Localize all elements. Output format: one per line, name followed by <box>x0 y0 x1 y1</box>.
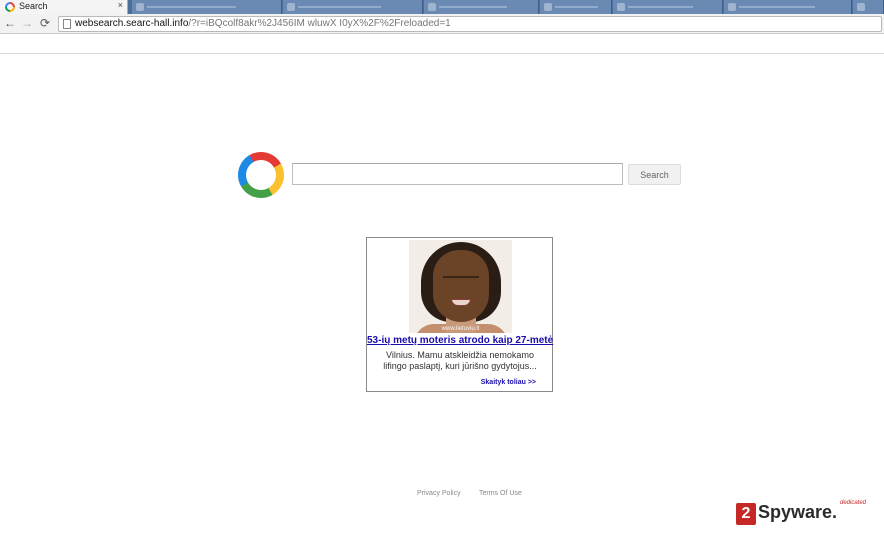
tab-background[interactable] <box>724 0 852 14</box>
tab-background[interactable] <box>540 0 612 14</box>
privacy-policy-link[interactable]: Privacy Policy <box>417 490 461 497</box>
back-arrow-icon[interactable]: ← <box>3 16 17 31</box>
tab-favicon-icon <box>428 3 436 11</box>
search-button[interactable]: Search <box>628 164 681 185</box>
tab-favicon-icon <box>617 3 625 11</box>
ad-body-text: Vilnius. Mamu atskleidžia nemokamo lifin… <box>383 350 537 371</box>
brand-watermark: 2 Spyware. dedicated <box>736 500 876 528</box>
tab-background[interactable] <box>613 0 723 14</box>
bookmarks-bar <box>0 35 884 54</box>
tab-background[interactable] <box>132 0 282 14</box>
tab-search[interactable]: Search × <box>0 0 128 14</box>
tab-favicon-icon <box>857 3 865 11</box>
url-host: websearch.searc-hall.info <box>75 18 189 29</box>
tab-title-placeholder <box>628 6 694 8</box>
advertisement-box[interactable]: www.lietuviu.lt 53-ių metų moteris atrod… <box>366 237 553 392</box>
tab-title-placeholder <box>555 6 598 8</box>
tab-title-placeholder <box>147 6 237 8</box>
url-path: /?r=iBQcolf8akr%2J456IM wluwX I0yX%2F%2F… <box>188 18 451 29</box>
page-favicon-icon <box>5 2 15 12</box>
tab-favicon-icon <box>287 3 295 11</box>
address-bar[interactable]: websearch.searc-hall.info/?r=iBQcolf8akr… <box>58 16 882 32</box>
forward-arrow-icon[interactable]: → <box>20 16 34 31</box>
browser-tabstrip: Search × <box>0 0 884 14</box>
ad-image-watermark: www.lietuviu.lt <box>441 326 480 332</box>
tab-favicon-icon <box>728 3 736 11</box>
tab-title-placeholder <box>439 6 508 8</box>
browser-toolbar: ← → ⟳ websearch.searc-hall.info/?r=iBQco… <box>0 14 884 34</box>
tab-background[interactable] <box>424 0 539 14</box>
tab-title-placeholder <box>739 6 816 8</box>
page-icon <box>63 19 71 29</box>
search-logo-ring-icon <box>238 152 284 198</box>
ad-image[interactable]: www.lietuviu.lt <box>409 240 512 333</box>
tab-background[interactable] <box>283 0 423 14</box>
address-url: websearch.searc-hall.info/?r=iBQcolf8akr… <box>75 18 451 29</box>
tab-close-icon[interactable]: × <box>118 0 123 10</box>
tab-favicon-icon <box>544 3 552 11</box>
brand-name: Spyware. <box>758 502 838 522</box>
tab-title-placeholder <box>298 6 382 8</box>
tab-favicon-icon <box>136 3 144 11</box>
reload-icon[interactable]: ⟳ <box>38 16 52 31</box>
brand-digit: 2 <box>736 503 756 525</box>
ad-headline-link[interactable]: 53-ių metų moteris atrodo kaip 27-metė <box>367 335 553 346</box>
tab-background[interactable] <box>853 0 884 14</box>
brand-tag: dedicated <box>840 500 867 506</box>
search-input[interactable] <box>292 163 623 185</box>
ad-image-face <box>433 250 489 322</box>
terms-of-use-link[interactable]: Terms Of Use <box>479 490 522 497</box>
tab-title: Search <box>19 1 48 11</box>
ad-read-more-link[interactable]: Skaityk toliau >> <box>481 379 536 386</box>
